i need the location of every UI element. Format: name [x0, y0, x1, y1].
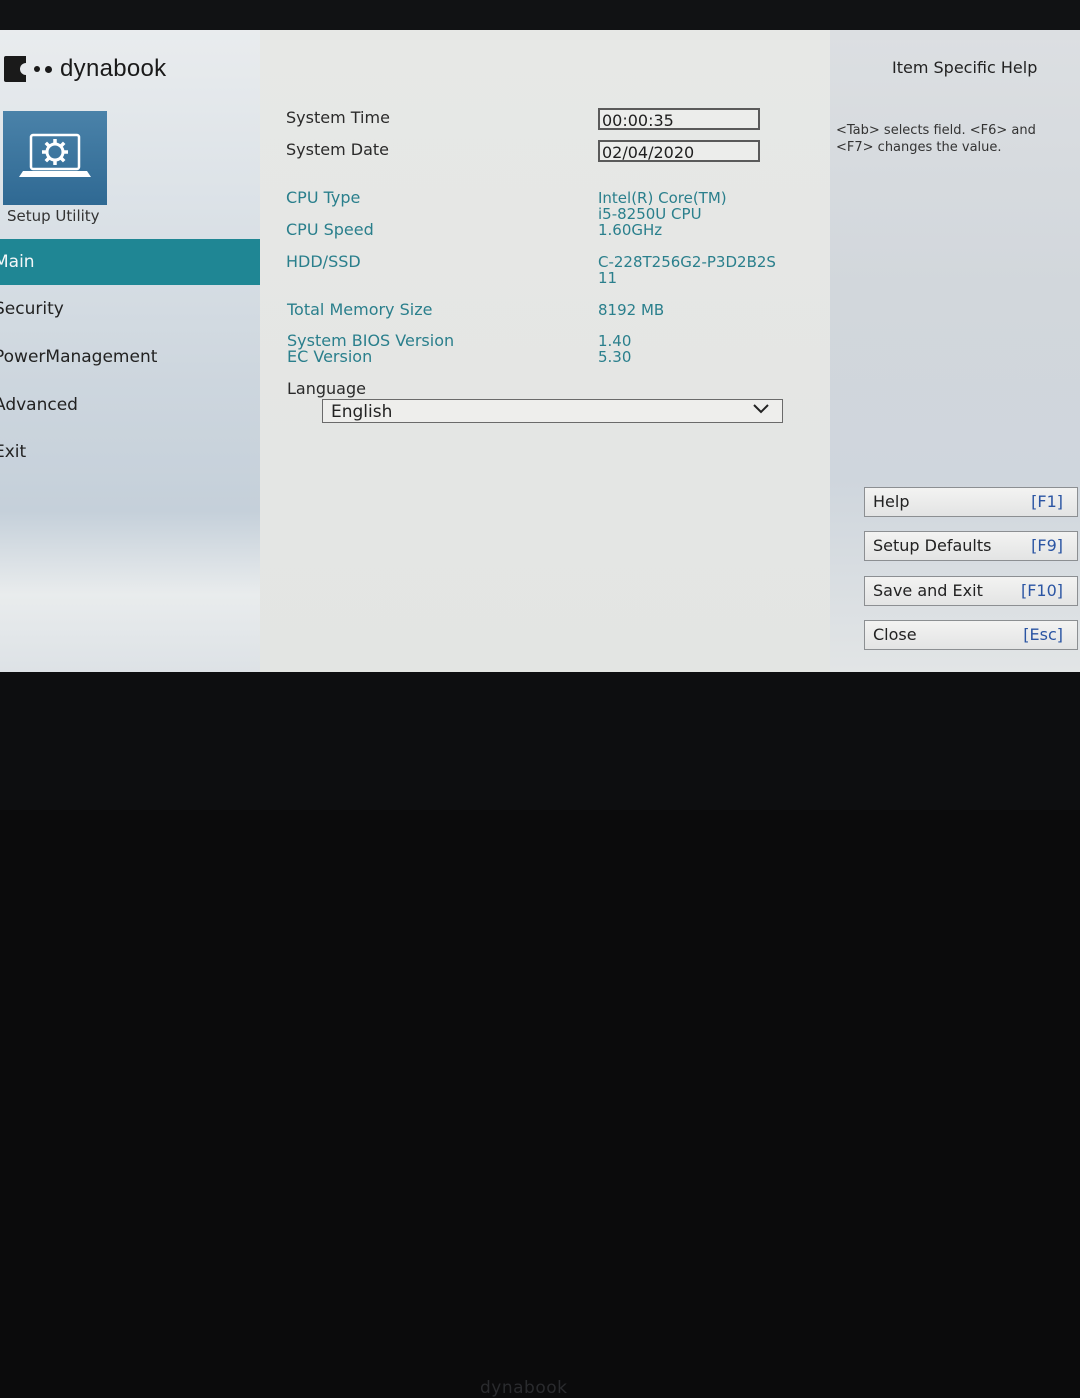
button-key: [F10] — [1020, 581, 1063, 600]
monitor-bezel-top — [0, 0, 1080, 30]
button-label: Setup Defaults — [873, 536, 992, 555]
nav-item-label: Advanced — [0, 395, 78, 415]
total-memory-value: 8192 MB — [598, 301, 665, 319]
help-panel: Item Specific Help <Tab> selects field. … — [830, 30, 1080, 672]
chevron-down-icon — [753, 404, 769, 414]
bios-screen: dynabook Setup Utility Main Security Pow… — [0, 30, 1080, 672]
ec-version-label: EC Version — [287, 347, 373, 366]
brand-logo: dynabook — [4, 52, 167, 86]
nav-item-exit[interactable]: Exit — [0, 429, 260, 475]
system-time-label: System Time — [286, 108, 390, 127]
help-title: Item Specific Help — [892, 58, 1038, 77]
button-label: Help — [873, 492, 910, 511]
brand-mark-icon — [4, 56, 32, 82]
bios-version-value: 1.40 — [598, 332, 632, 350]
bezel-logo: dynabook — [480, 1378, 568, 1398]
nav-item-power-management[interactable]: PowerManagement — [0, 334, 260, 380]
setup-utility-tile[interactable] — [3, 111, 107, 205]
button-key: [Esc] — [1023, 625, 1063, 644]
cpu-speed-label: CPU Speed — [286, 220, 374, 239]
language-label: Language — [287, 379, 366, 398]
nav-item-label: PowerManagement — [0, 347, 158, 367]
button-label: Save and Exit — [873, 581, 983, 600]
brand-name: dynabook — [60, 55, 167, 82]
help-text: <Tab> selects field. <F6> and <F7> chang… — [836, 123, 1036, 155]
save-and-exit-button[interactable]: Save and Exit [F10] — [864, 576, 1078, 606]
monitor-bezel-bottom: dynabook — [0, 672, 1080, 1398]
nav-item-label: Security — [0, 299, 64, 319]
button-key: [F1] — [1031, 492, 1063, 511]
hdd-ssd-label: HDD/SSD — [286, 252, 361, 271]
language-select-value: English — [331, 402, 393, 422]
button-key: [F9] — [1031, 536, 1063, 555]
main-panel: System Time 00:00:35 System Date 02/04/2… — [260, 30, 830, 672]
system-date-field[interactable]: 02/04/2020 — [598, 140, 760, 162]
setup-utility-label: Setup Utility — [7, 207, 100, 225]
button-label: Close — [873, 625, 917, 644]
hdd-ssd-value-line1: C-228T256G2-P3D2B2S — [598, 253, 776, 271]
system-date-label: System Date — [286, 140, 389, 159]
nav-item-security[interactable]: Security — [0, 286, 260, 332]
sidebar: dynabook Setup Utility Main Security Pow… — [0, 30, 260, 672]
brand-dot-icon — [34, 66, 40, 72]
close-button[interactable]: Close [Esc] — [864, 620, 1078, 650]
language-select[interactable]: English — [322, 399, 783, 423]
nav-item-main[interactable]: Main — [0, 239, 260, 285]
cpu-type-value-line1: Intel(R) Core(TM) — [598, 189, 727, 207]
setup-defaults-button[interactable]: Setup Defaults [F9] — [864, 531, 1078, 561]
help-button[interactable]: Help [F1] — [864, 487, 1078, 517]
ec-version-value: 5.30 — [598, 348, 632, 366]
cpu-type-value-line2: i5-8250U CPU — [598, 205, 702, 223]
cpu-type-label: CPU Type — [286, 188, 361, 207]
nav-item-advanced[interactable]: Advanced — [0, 382, 260, 428]
brand-dot-icon — [45, 65, 52, 73]
hdd-ssd-value-line2: 11 — [598, 269, 618, 287]
system-time-field[interactable]: 00:00:35 — [598, 108, 760, 130]
nav-item-label: Exit — [0, 442, 27, 462]
gear-laptop-icon — [19, 133, 91, 177]
cpu-speed-value: 1.60GHz — [598, 221, 663, 239]
total-memory-label: Total Memory Size — [287, 300, 433, 319]
nav-item-label: Main — [0, 252, 35, 272]
